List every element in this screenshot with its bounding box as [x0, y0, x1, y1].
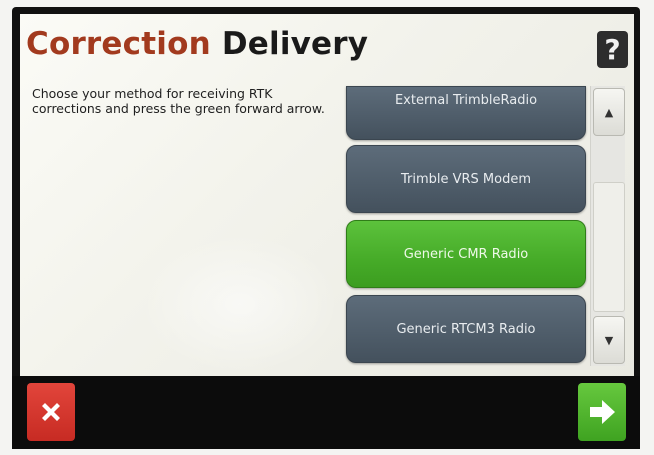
option-label: Generic CMR Radio	[403, 246, 529, 262]
scroll-up-button[interactable]: ▲	[593, 88, 625, 136]
option-generic-cmr-radio[interactable]: Generic CMR Radio	[346, 220, 586, 288]
chevron-up-icon: ▲	[604, 105, 614, 119]
option-label: Generic RTCM3 Radio	[396, 321, 536, 337]
help-button[interactable]: ?	[597, 31, 628, 68]
option-label: Trimble VRS Modem	[400, 171, 532, 187]
option-trimble-vrs-modem[interactable]: Trimble VRS Modem	[346, 145, 586, 213]
cancel-button[interactable]	[27, 383, 75, 441]
page-title-accent: Correction	[26, 26, 211, 62]
option-external-trimble-radio[interactable]: External TrimbleRadio	[346, 86, 586, 140]
scroll-thumb[interactable]	[593, 182, 625, 312]
list-scrollbar[interactable]: ▲ ▼	[590, 86, 625, 366]
option-generic-rtcm3-radio[interactable]: Generic RTCM3 Radio	[346, 295, 586, 363]
forward-button[interactable]	[578, 383, 626, 441]
display-screen: Correction Delivery ? Choose your method…	[20, 14, 634, 376]
page-title-rest: Delivery	[210, 26, 369, 62]
correction-method-list: External TrimbleRadio Trimble VRS Modem …	[346, 14, 586, 376]
option-label: External TrimbleRadio	[394, 93, 538, 108]
screen-glare	[140, 234, 340, 374]
arrow-right-icon	[590, 400, 615, 424]
help-icon: ?	[604, 32, 621, 66]
bottom-bar	[12, 376, 640, 449]
close-icon	[42, 403, 60, 421]
scroll-down-button[interactable]: ▼	[593, 316, 625, 364]
chevron-down-icon: ▼	[604, 333, 614, 347]
page-title: Correction Delivery	[26, 26, 368, 62]
instructions-text: Choose your method for receiving RTK cor…	[32, 86, 325, 116]
